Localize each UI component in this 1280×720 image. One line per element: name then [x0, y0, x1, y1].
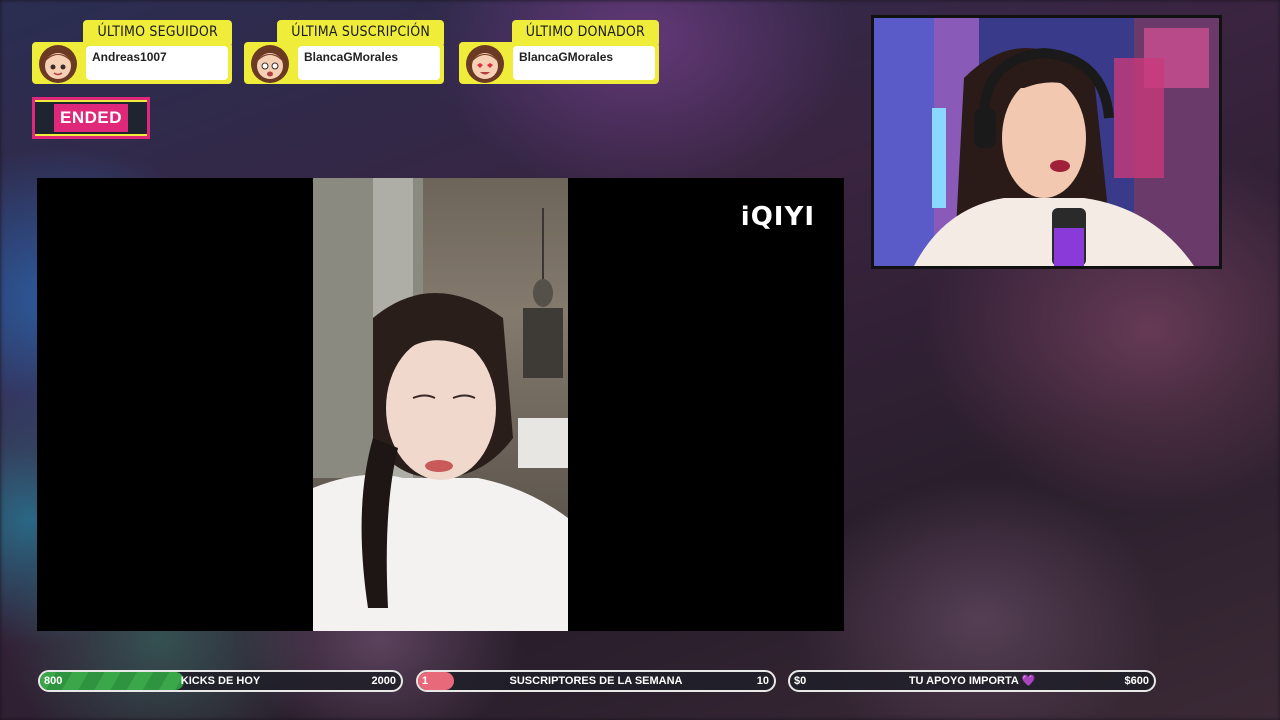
streamer-avatar-icon [466, 45, 504, 83]
alert-label: ÚLTIMA SUSCRIPCIÓN [277, 20, 444, 44]
support-goal-bar: $0 TU APOYO IMPORTA 💜 $600 [788, 670, 1156, 692]
subscribers-goal-bar: 1 SUSCRIPTORES DE LA SEMANA 10 [416, 670, 776, 692]
alert-box: Andreas1007 [32, 42, 232, 84]
last-follower-widget: Andreas1007 ÚLTIMO SEGUIDOR [32, 20, 232, 84]
streamer-camera-image [874, 18, 1219, 266]
alert-box: BlancaGMorales [459, 42, 659, 84]
goal-label: SUSCRIPTORES DE LA SEMANA [509, 675, 683, 687]
alert-label: ÚLTIMO SEGUIDOR [83, 20, 232, 44]
video-player[interactable]: iQIYI [37, 178, 844, 631]
status-badge-inner: ENDED [35, 100, 147, 136]
donor-name: BlancaGMorales [513, 46, 655, 80]
goal-target: $600 [1124, 675, 1149, 687]
alert-label: ÚLTIMO DONADOR [511, 20, 659, 44]
kicks-goal-bar: 800 KICKS DE HOY 2000 [38, 670, 403, 692]
watermark-logo: iQIYI [740, 202, 815, 232]
status-badge: ENDED [32, 97, 150, 139]
video-frame [313, 178, 568, 631]
webcam-feed [871, 15, 1222, 269]
last-subscription-widget: BlancaGMorales ÚLTIMA SUSCRIPCIÓN [244, 20, 444, 84]
goal-target: 2000 [371, 675, 396, 687]
goal-target: 10 [756, 675, 769, 687]
subscriber-name: BlancaGMorales [298, 46, 440, 80]
last-donor-widget: BlancaGMorales ÚLTIMO DONADOR [459, 20, 659, 84]
goal-label: KICKS DE HOY [180, 675, 261, 687]
status-badge-text: ENDED [53, 104, 128, 132]
streamer-avatar-icon [39, 45, 77, 83]
video-scene-image [313, 178, 568, 631]
alert-box: BlancaGMorales [244, 42, 444, 84]
follower-name: Andreas1007 [86, 46, 228, 80]
goal-label: TU APOYO IMPORTA 💜 [908, 675, 1036, 687]
streamer-avatar-icon [251, 45, 289, 83]
